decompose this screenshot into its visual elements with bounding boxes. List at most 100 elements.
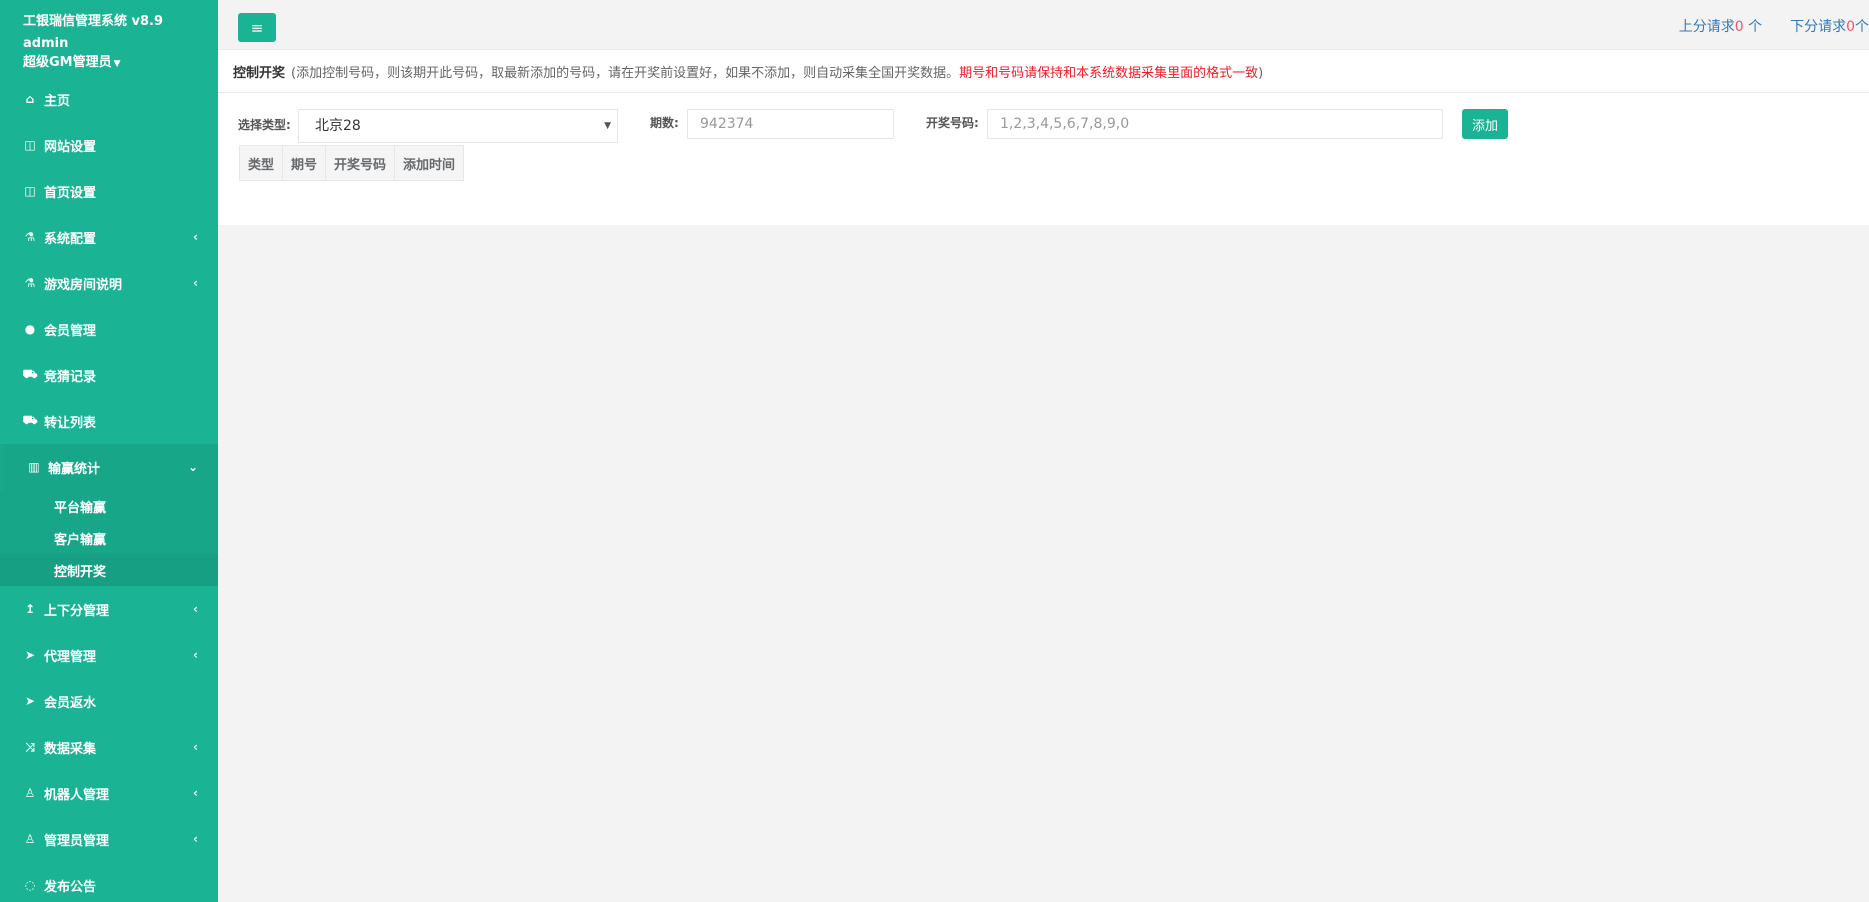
table-header-cell[interactable]: 期号	[282, 145, 327, 181]
sidebar-item[interactable]: ⌂ 主页	[0, 76, 218, 122]
app-title: 工银瑞信管理系统 v8.9	[23, 14, 164, 29]
male-icon: ♙	[24, 786, 36, 800]
taxi-icon: ⛟	[22, 367, 38, 381]
sidebar-item[interactable]: ◫ 网站设置	[0, 122, 218, 168]
panel-title: 控制开奖	[233, 65, 286, 81]
bar-chart-icon: ▥	[28, 460, 40, 474]
sidebar-item[interactable]: ♙ 管理员管理 ‹	[0, 816, 218, 862]
chevron-left-icon: ‹	[193, 786, 198, 800]
sidebar-item[interactable]: ⚗ 系统配置 ‹	[0, 214, 218, 260]
request-counters: 上分请求0 个下分请求0个	[1679, 16, 1869, 36]
note-text: (添加控制号码，则该期开此号码，取最新添加的号码，请在开奖前设置好，如果不添加，…	[291, 65, 960, 81]
table-header-row: 类型 期号 开奖号码 添加时间	[238, 145, 465, 181]
sidebar-item-label: 上下分管理	[44, 603, 110, 619]
sidebar-item[interactable]: ↥ 上下分管理 ‹	[0, 586, 218, 632]
paper-plane-icon: ➤	[24, 694, 36, 708]
chevron-down-icon: ⌄	[187, 460, 198, 474]
note-warning: 期号和号码请保持和本系统数据采集里面的格式一致	[959, 65, 1259, 81]
down-request-label: 下分请求	[1790, 19, 1847, 35]
role-label: 超级GM管理员	[23, 55, 112, 70]
columns-icon: ◫	[24, 138, 36, 152]
numbers-input[interactable]: 1,2,3,4,5,6,7,8,9,0	[987, 109, 1443, 139]
caret-down-icon: ▼	[113, 59, 121, 69]
sidebar-item[interactable]: ♙ 机器人管理 ‹	[0, 770, 218, 816]
flask-icon: ⚗	[24, 230, 36, 244]
sidebar-item[interactable]: ⛟ 转让列表	[0, 398, 218, 444]
hamburger-icon: ≡	[250, 18, 264, 37]
sidebar-item[interactable]: ▥ 输赢统计 ⌄	[0, 444, 218, 490]
username: admin	[23, 36, 69, 51]
sidebar-item-label: 管理员管理	[44, 833, 110, 849]
table-header-cell[interactable]: 开奖号码	[325, 145, 396, 181]
control-draw-panel: 控制开奖 (添加控制号码，则该期开此号码，取最新添加的号码，请在开奖前设置好，如…	[218, 50, 1869, 225]
sidebar-item[interactable]: ● 会员管理	[0, 306, 218, 352]
sidebar-item[interactable]: ◫ 首页设置	[0, 168, 218, 214]
issue-label: 期数:	[650, 116, 679, 130]
sidebar-item[interactable]: ⛟ 竞猜记录	[0, 352, 218, 398]
dropdown-arrow-icon: ▼	[604, 121, 611, 131]
sidebar-subitem[interactable]: 控制开奖	[0, 554, 218, 586]
up-request-link[interactable]: 上分请求0 个	[1679, 19, 1762, 35]
type-select[interactable]: 北京28 ▼	[298, 109, 618, 143]
sidebar-item-label: 会员返水	[44, 695, 97, 711]
chevron-left-icon: ‹	[193, 832, 198, 846]
up-request-count: 0	[1734, 19, 1744, 35]
sidebar-submenu: 平台输赢 客户输赢 控制开奖	[0, 490, 218, 586]
chevron-left-icon: ‹	[193, 648, 198, 662]
sidebar-item[interactable]: ⤨ 数据采集 ‹	[0, 724, 218, 770]
sidebar-item[interactable]: ➤ 会员返水	[0, 678, 218, 724]
sidebar-item-label: 数据采集	[44, 741, 97, 757]
control-form: 选择类型: 北京28 ▼ 期数: 942374 开奖号码: 1,2,3,4,5,…	[218, 109, 1869, 145]
down-request-unit: 个	[1855, 19, 1869, 35]
brand: 工银瑞信管理系统 v8.9 admin 超级GM管理员 ▼	[0, 0, 218, 72]
panel-header: 控制开奖 (添加控制号码，则该期开此号码，取最新添加的号码，请在开奖前设置好，如…	[218, 50, 1869, 93]
home-icon: ⌂	[25, 92, 35, 106]
top-bar: ≡ 上分请求0 个下分请求0个	[218, 0, 1869, 50]
panel-note: (添加控制号码，则该期开此号码，取最新添加的号码，请在开奖前设置好，如果不添加，…	[291, 62, 1263, 81]
sidebar-item-label: 转让列表	[44, 415, 97, 431]
numbers-label: 开奖号码:	[926, 116, 979, 130]
sidebar-item-label: 竞猜记录	[44, 369, 97, 385]
menu-toggle-button[interactable]: ≡	[238, 13, 276, 42]
sidebar-item-label: 输赢统计	[48, 461, 101, 477]
paper-plane-icon: ➤	[24, 648, 36, 662]
sidebar-item-label: 发布公告	[44, 879, 97, 895]
comment-icon: ◌	[24, 878, 36, 892]
sidebar-item-label: 代理管理	[44, 649, 97, 665]
sidebar-item-label: 系统配置	[44, 231, 97, 247]
table-header-cell[interactable]: 添加时间	[394, 145, 465, 181]
random-icon: ⤨	[25, 739, 35, 754]
user-icon: ●	[24, 322, 36, 336]
type-select-value: 北京28	[315, 118, 361, 134]
sidebar-item-label: 会员管理	[44, 323, 97, 339]
sidebar: 工银瑞信管理系统 v8.9 admin 超级GM管理员 ▼ ⌂ 主页 ◫ 网站设置 ◫ 首页…	[0, 0, 218, 902]
columns-icon: ◫	[24, 184, 36, 198]
issue-input[interactable]: 942374	[687, 109, 894, 139]
sidebar-item-label: 网站设置	[44, 139, 97, 155]
draw-table: 类型 期号 开奖号码 添加时间	[238, 145, 465, 181]
male-icon: ♙	[24, 832, 36, 846]
sidebar-item[interactable]: ⚗ 游戏房间说明 ‹	[0, 260, 218, 306]
chevron-left-icon: ‹	[193, 276, 198, 290]
level-up-icon: ↥	[24, 602, 36, 616]
sidebar-item-label: 游戏房间说明	[44, 277, 123, 293]
sidebar-nav: ⌂ 主页 ◫ 网站设置 ◫ 首页设置 ⚗ 系统配置 ‹ ⚗ 游戏房间说明 ‹ ● 会员管理 ⛟ 竞猜记录 ⛟ 转让…	[0, 76, 218, 902]
table-header-cell[interactable]: 类型	[238, 145, 284, 181]
chevron-left-icon: ‹	[193, 740, 198, 754]
sidebar-item[interactable]: ◌ 发布公告	[0, 862, 218, 902]
sidebar-subitem[interactable]: 客户输赢	[0, 522, 218, 554]
flask-icon: ⚗	[24, 276, 36, 290]
sidebar-item[interactable]: ➤ 代理管理 ‹	[0, 632, 218, 678]
chevron-left-icon: ‹	[193, 230, 198, 244]
sidebar-item-label: 主页	[44, 93, 71, 109]
role-dropdown[interactable]: 超级GM管理员 ▼	[23, 55, 218, 72]
add-button[interactable]: 添加	[1462, 109, 1508, 139]
down-request-link[interactable]: 下分请求0个	[1790, 19, 1869, 35]
chevron-left-icon: ‹	[193, 602, 198, 616]
note-suffix: )	[1258, 65, 1264, 81]
down-request-count: 0	[1846, 19, 1855, 35]
sidebar-subitem[interactable]: 平台输赢	[0, 490, 218, 522]
sidebar-item-label: 首页设置	[44, 185, 97, 201]
up-request-unit: 个	[1743, 19, 1763, 35]
type-label: 选择类型:	[238, 118, 291, 132]
